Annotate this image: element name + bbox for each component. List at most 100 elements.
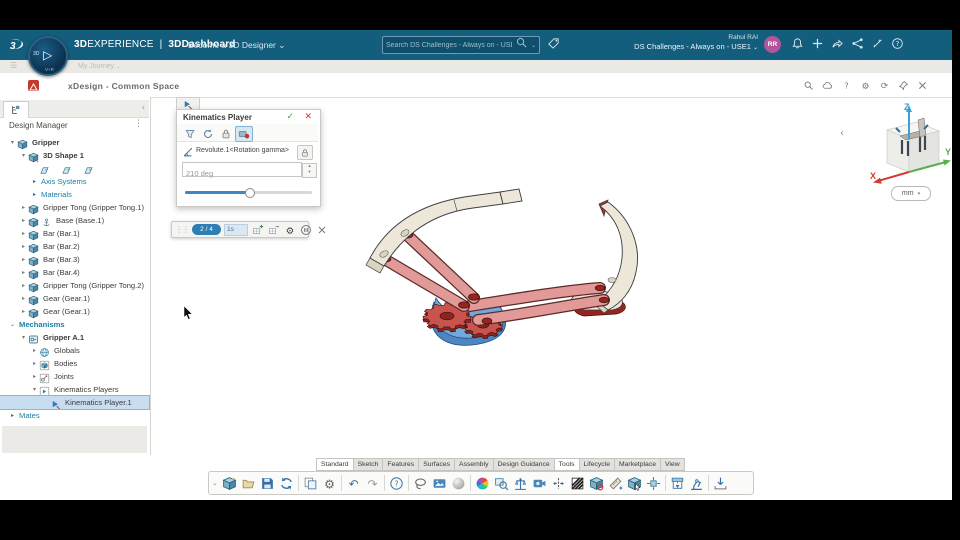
tab-standard[interactable]: Standard xyxy=(316,458,353,471)
slider-knob[interactable] xyxy=(244,188,255,198)
search-chevron-icon[interactable]: ⌄ xyxy=(528,42,539,49)
hamburger-icon[interactable]: ☰ xyxy=(10,61,17,70)
tree-item-kinematics-players[interactable]: ▾ Kinematics Players xyxy=(0,383,149,397)
tree-item-bar-bar-3[interactable]: ▸ Bar (Bar.3) xyxy=(0,253,149,267)
plane-icon[interactable] xyxy=(83,163,96,174)
gear-tool-icon[interactable]: ⚙ xyxy=(320,474,339,493)
panel-menu-icon[interactable]: ⋮ xyxy=(134,119,143,129)
expanded-arrow-icon[interactable]: ▾ xyxy=(19,334,28,341)
collapsed-arrow-icon[interactable]: ▸ xyxy=(30,373,39,380)
tree-item-globals[interactable]: ▸ Globals xyxy=(0,344,149,357)
collapsed-arrow-icon[interactable]: ▸ xyxy=(19,269,28,276)
collapsed-arrow-icon[interactable]: ▸ xyxy=(30,178,39,185)
tab-assembly[interactable]: Assembly xyxy=(454,458,493,471)
collapsed-arrow-icon[interactable]: ▸ xyxy=(8,412,17,419)
tree-item-gear-gear-1[interactable]: ▸ Gear (Gear.1) xyxy=(0,305,149,319)
units-dropdown[interactable]: mm ▾ xyxy=(891,186,931,201)
settings-icon[interactable]: ⚙ xyxy=(857,79,873,92)
collapsed-arrow-icon[interactable]: ▸ xyxy=(30,360,39,367)
pin-icon[interactable] xyxy=(895,79,911,92)
lock-button[interactable] xyxy=(217,126,235,142)
redo-icon[interactable]: ↷ xyxy=(363,474,382,493)
collapsed-arrow-icon[interactable]: ▸ xyxy=(19,217,28,224)
screenshot-icon[interactable] xyxy=(430,474,449,493)
section-icon[interactable] xyxy=(549,474,568,493)
tab-sketch[interactable]: Sketch xyxy=(352,458,383,471)
tree-item-bar-bar-2[interactable]: ▸ Bar (Bar.2) xyxy=(0,240,149,254)
add-frame-icon[interactable] xyxy=(251,223,264,236)
tab-surfaces[interactable]: Surfaces xyxy=(418,458,455,471)
robot-icon[interactable] xyxy=(687,474,706,493)
download-icon[interactable] xyxy=(711,474,730,493)
nav-back-arrow[interactable]: ‹ xyxy=(840,128,844,139)
panel-collapse-icon[interactable]: ‹ xyxy=(142,103,145,112)
tree-item-mechanisms[interactable]: ⌄ Mechanisms xyxy=(0,318,149,331)
tree-item-axis-systems[interactable]: ▸ Axis Systems xyxy=(0,175,149,188)
help-circle-icon[interactable]: ? xyxy=(889,37,905,53)
promo-link[interactable]: Become a 3D Designer ⌄ xyxy=(188,40,285,51)
collapsed-arrow-icon[interactable]: ▸ xyxy=(19,204,28,211)
tree-item-bodies[interactable]: ▸ Bodies xyxy=(0,357,149,371)
search-icon[interactable] xyxy=(515,36,528,54)
expanded-arrow-icon[interactable]: ▾ xyxy=(30,386,39,393)
notifications-icon[interactable] xyxy=(789,37,805,53)
tree-item-base-base-1[interactable]: ▸ Base (Base.1) xyxy=(0,214,149,228)
angle-slider[interactable] xyxy=(185,188,312,198)
filter-button[interactable] xyxy=(181,126,199,142)
collapsed-arrow-icon[interactable]: ▸ xyxy=(30,191,39,198)
tree-item-bar-bar-1[interactable]: ▸ Bar (Bar.1) xyxy=(0,227,149,241)
clash-check-icon[interactable] xyxy=(587,474,606,493)
record-button[interactable] xyxy=(235,125,253,142)
open-icon[interactable] xyxy=(239,474,258,493)
tree-item-gripper-tong-gripper-tong-2[interactable]: ▸ Gripper Tong (Gripper Tong.2) xyxy=(0,279,149,293)
reset-button[interactable] xyxy=(199,126,217,142)
tab-tools[interactable]: Tools xyxy=(553,458,579,471)
draft-analysis-icon[interactable] xyxy=(568,474,587,493)
tree-item-gripper-tong-gripper-tong-1[interactable]: ▸ Gripper Tong (Gripper Tong.1) xyxy=(0,201,149,215)
cloud-icon[interactable] xyxy=(819,79,835,92)
dialog-close-icon[interactable]: ✕ xyxy=(304,112,312,122)
tree-planes-row[interactable] xyxy=(0,162,149,175)
tree-item-kinematics-player-1[interactable]: Kinematics Player.1 xyxy=(0,395,150,410)
collapsed-arrow-icon[interactable]: ▸ xyxy=(19,282,28,289)
collapsed-arrow-icon[interactable]: ▸ xyxy=(19,308,28,315)
tree-view-tab[interactable] xyxy=(3,101,29,118)
collapsed-arrow-icon[interactable]: ▸ xyxy=(19,243,28,250)
preview-icon[interactable] xyxy=(492,474,511,493)
tenant-name[interactable]: DS Challenges - Always on - USE1 ⌄ xyxy=(600,42,758,52)
global-search[interactable]: ⌄ xyxy=(382,36,540,54)
angle-input[interactable] xyxy=(183,167,289,180)
tree-item-materials[interactable]: ▸ Materials xyxy=(0,188,149,201)
sync-icon[interactable] xyxy=(277,474,296,493)
add-icon[interactable] xyxy=(809,37,825,53)
tree-item-gripper-a-1[interactable]: ▾ Gripper A.1 xyxy=(0,331,149,344)
collapse-toolbar-icon[interactable]: ⌄ xyxy=(212,479,218,487)
refresh-icon[interactable]: ⟳ xyxy=(876,79,892,92)
plane-icon[interactable] xyxy=(61,163,74,174)
measure-icon[interactable] xyxy=(606,474,625,493)
tree-item-bar-bar-4[interactable]: ▸ Bar (Bar.4) xyxy=(0,266,149,280)
tree-item-gear-gear-1[interactable]: ▸ Gear (Gear.1) xyxy=(0,292,149,306)
user-block[interactable]: Rahul RAI DS Challenges - Always on - US… xyxy=(600,34,758,52)
avatar[interactable]: RR xyxy=(764,36,781,53)
drag-handle-icon[interactable]: ⋮⋮ xyxy=(175,225,190,234)
lock-value-button[interactable] xyxy=(297,145,313,160)
close-x-icon[interactable] xyxy=(315,223,328,236)
lasso-select-icon[interactable] xyxy=(411,474,430,493)
new-part-icon[interactable] xyxy=(220,474,239,493)
search-input[interactable] xyxy=(383,41,515,49)
color-wheel-icon[interactable] xyxy=(473,474,492,493)
3dexperience-compass[interactable]: ▷ 3D V+R xyxy=(28,36,68,76)
save-icon[interactable] xyxy=(258,474,277,493)
tab-lifecycle[interactable]: Lifecycle xyxy=(578,458,614,471)
pause-circle-icon[interactable] xyxy=(299,223,312,236)
angle-value-field[interactable]: ▴▾ xyxy=(182,162,317,180)
tab-view[interactable]: View xyxy=(660,458,685,471)
expanded-arrow-icon[interactable]: ⌄ xyxy=(8,321,17,328)
mass-properties-icon[interactable] xyxy=(511,474,530,493)
whats-new-icon[interactable] xyxy=(869,37,885,53)
dialog-ok-icon[interactable]: ✓ xyxy=(286,112,294,122)
shaded-sphere-icon[interactable] xyxy=(449,474,468,493)
gripper-3d-model[interactable] xyxy=(350,180,670,358)
tree-item-gripper[interactable]: ▾ Gripper xyxy=(0,136,149,150)
